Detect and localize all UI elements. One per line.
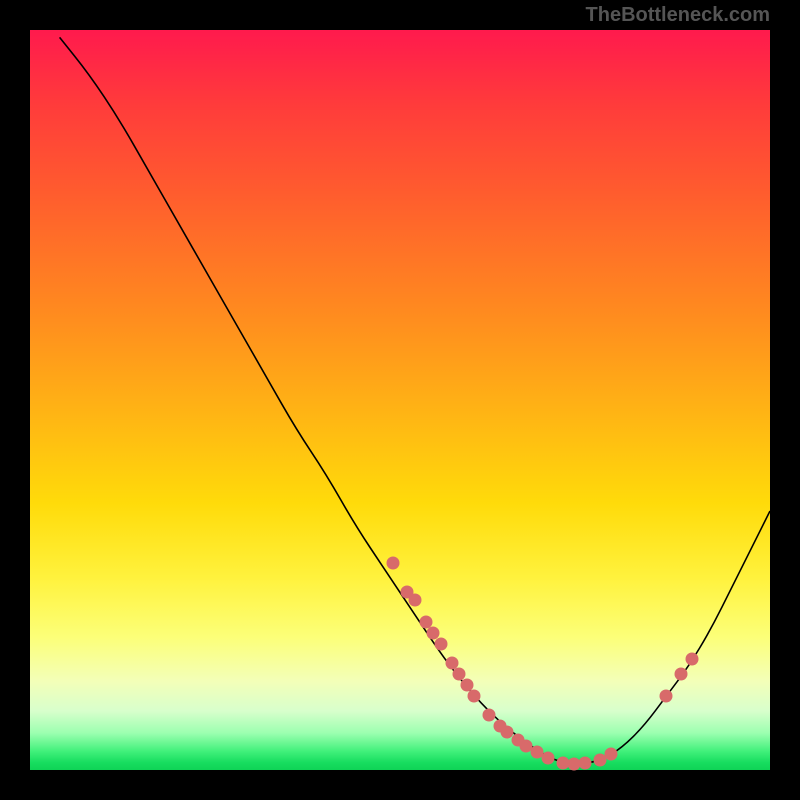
- attribution-label: TheBottleneck.com: [586, 4, 770, 27]
- data-point: [579, 756, 592, 769]
- data-point: [482, 708, 495, 721]
- data-point: [386, 556, 399, 569]
- data-point: [434, 638, 447, 651]
- data-point: [686, 653, 699, 666]
- data-point: [660, 690, 673, 703]
- data-point: [408, 593, 421, 606]
- data-point: [675, 667, 688, 680]
- curve-svg: [30, 30, 770, 770]
- bottleneck-curve: [60, 37, 770, 763]
- plot-area: [30, 30, 770, 770]
- data-point: [542, 752, 555, 765]
- data-point: [604, 747, 617, 760]
- data-point: [468, 690, 481, 703]
